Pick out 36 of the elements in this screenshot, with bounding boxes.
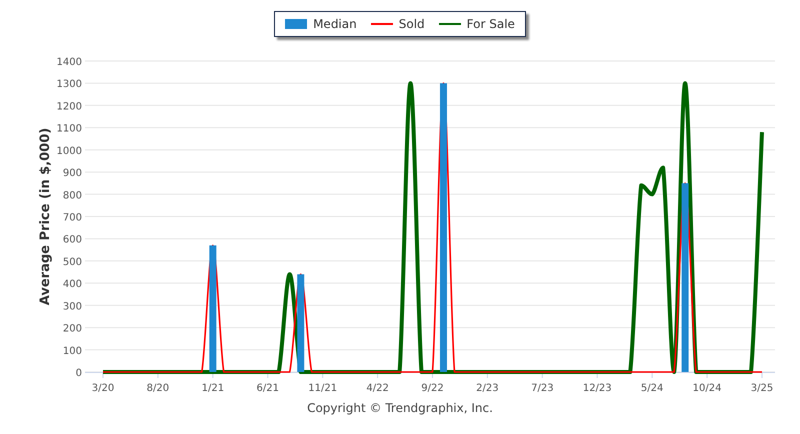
y-tick-label: 1000 <box>56 146 82 157</box>
x-tick-label: 2/23 <box>476 383 499 394</box>
x-tick-label: 3/20 <box>92 383 114 394</box>
y-tick-label: 800 <box>62 190 82 202</box>
y-tick-label: 1100 <box>56 124 82 135</box>
line-swatch-icon[interactable] <box>370 23 393 25</box>
y-tick-label: 900 <box>62 168 82 180</box>
x-tick-label: 7/23 <box>531 383 554 394</box>
x-tick-label: 3/25 <box>750 383 774 394</box>
bar-swatch-icon[interactable] <box>285 19 308 29</box>
legend-label[interactable]: Median <box>313 17 357 31</box>
x-tick-label: 1/21 <box>202 383 224 394</box>
y-tick-label: 200 <box>62 324 82 335</box>
x-tick-label: 9/22 <box>421 383 444 394</box>
x-tick-label: 12/23 <box>582 383 612 394</box>
y-tick-label: 1400 <box>56 57 82 68</box>
x-tick-label: 11/21 <box>308 383 338 394</box>
y-tick-label: 600 <box>62 234 82 246</box>
x-tick-label: 5/24 <box>640 383 664 394</box>
y-tick-label: 500 <box>62 256 82 268</box>
x-tick-label: 4/22 <box>366 383 389 394</box>
axis-title: Average Price (in $,000) <box>38 128 53 306</box>
y-tick-label: 700 <box>62 212 82 224</box>
y-tick-label: 100 <box>62 346 82 357</box>
x-tick-label: 8/20 <box>146 383 170 394</box>
y-tick-label: 1300 <box>56 79 82 90</box>
y-tick-label: 300 <box>62 301 82 312</box>
legend-label[interactable]: Sold <box>398 17 425 31</box>
y-tick-label: 1200 <box>56 101 82 112</box>
x-tick-label: 6/21 <box>256 383 279 394</box>
copyright-text: Copyright © Trendgraphix, Inc. <box>307 401 493 415</box>
y-tick-label: 0 <box>76 368 82 379</box>
x-tick-label: 10/24 <box>692 383 722 394</box>
y-tick-label: 400 <box>62 279 82 290</box>
line-swatch-icon[interactable] <box>438 23 461 25</box>
legend-label[interactable]: For Sale <box>466 17 515 31</box>
